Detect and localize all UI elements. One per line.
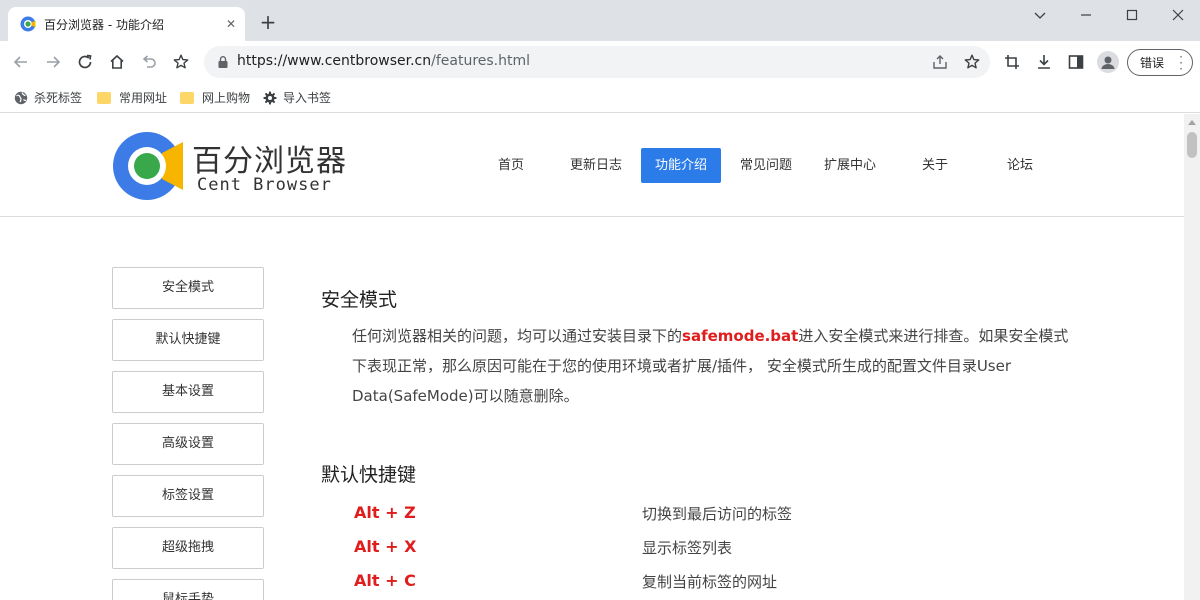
gear-icon: [263, 91, 277, 104]
maximize-icon[interactable]: [1109, 0, 1155, 30]
shortcut-description: 显示标签列表: [642, 539, 733, 557]
share-icon[interactable]: [931, 53, 949, 71]
safemode-filename: safemode.bat: [682, 327, 799, 345]
close-window-icon[interactable]: [1155, 0, 1200, 30]
bookmark-star-icon[interactable]: [169, 50, 193, 74]
more-menu-icon[interactable]: · · ·: [1179, 51, 1183, 75]
sidebar-item-advanced-settings[interactable]: 高级设置: [112, 423, 264, 465]
browser-window: 百分浏览器 - 功能介绍 ✕ + https://www.centbrowser…: [0, 0, 1200, 600]
profile-avatar-icon[interactable]: [1097, 51, 1119, 73]
folder-icon: [97, 91, 111, 104]
cent-browser-logo-icon[interactable]: [112, 131, 184, 201]
sidebar-item-basic-settings[interactable]: 基本设置: [112, 371, 264, 413]
minimize-icon[interactable]: [1063, 0, 1109, 30]
section-title-safe-mode: 安全模式: [321, 289, 398, 311]
nav-changelog[interactable]: 更新日志: [562, 148, 630, 183]
scrollbar-thumb[interactable]: [1187, 132, 1197, 158]
nav-about[interactable]: 关于: [910, 148, 960, 183]
shortcut-description: 切换到最后访问的标签: [642, 505, 793, 523]
nav-home[interactable]: 首页: [487, 148, 535, 183]
bookmark-item[interactable]: 网上购物: [180, 89, 250, 106]
shortcut-key: Alt + C: [354, 571, 416, 590]
nav-forum[interactable]: 论坛: [995, 148, 1045, 183]
tab-strip: 百分浏览器 - 功能介绍 ✕ +: [0, 0, 1200, 41]
logo-english-name: Cent Browser: [197, 175, 332, 195]
lock-icon[interactable]: [216, 55, 230, 69]
reload-icon[interactable]: [73, 50, 97, 74]
safe-mode-description: 任何浏览器相关的问题，均可以通过安装目录下的safemode.bat进入安全模式…: [352, 327, 1069, 405]
browser-toolbar: https://www.centbrowser.cn/features.html…: [0, 41, 1200, 83]
bookmark-item[interactable]: 导入书签: [263, 89, 331, 106]
page-viewport: 百分浏览器 Cent Browser 首页 更新日志 功能介绍 常见问题 扩展中…: [0, 114, 1200, 600]
download-icon[interactable]: [1032, 50, 1056, 74]
new-tab-plus-icon[interactable]: +: [258, 12, 278, 32]
site-header: 百分浏览器 Cent Browser 首页 更新日志 功能介绍 常见问题 扩展中…: [0, 114, 1184, 217]
forward-arrow-icon[interactable]: [41, 50, 65, 74]
shortcut-description: 复制当前标签的网址: [642, 573, 778, 591]
side-panel-icon[interactable]: [1064, 50, 1088, 74]
bookmark-item[interactable]: 杀死标签: [14, 89, 82, 106]
tab-title: 百分浏览器 - 功能介绍: [44, 17, 164, 32]
bookmark-item[interactable]: 常用网址: [97, 89, 167, 106]
undo-close-tab-icon[interactable]: [137, 50, 161, 74]
close-tab-icon[interactable]: ✕: [223, 16, 239, 32]
address-bar[interactable]: https://www.centbrowser.cn/features.html: [204, 46, 990, 78]
url-text[interactable]: https://www.centbrowser.cn/features.html: [237, 53, 530, 69]
chevron-down-icon[interactable]: [1017, 0, 1063, 30]
nav-faq[interactable]: 常见问题: [732, 148, 800, 183]
home-icon[interactable]: [105, 50, 129, 74]
sidebar-item-tab-settings[interactable]: 标签设置: [112, 475, 264, 517]
nav-features[interactable]: 功能介绍: [641, 148, 721, 183]
sidebar-item-shortcuts[interactable]: 默认快捷键: [112, 319, 264, 361]
nav-extensions[interactable]: 扩展中心: [816, 148, 884, 183]
profile-error-button[interactable]: 错误 · · ·: [1127, 49, 1193, 76]
folder-icon: [180, 91, 194, 104]
profile-error-label: 错误: [1140, 56, 1165, 70]
browser-tab[interactable]: 百分浏览器 - 功能介绍 ✕: [8, 7, 245, 41]
crop-screenshot-icon[interactable]: [1000, 50, 1024, 74]
logo-chinese-name: 百分浏览器: [192, 144, 347, 179]
back-arrow-icon[interactable]: [9, 50, 33, 74]
bookmarks-bar: 杀死标签 常用网址 网上购物 导入书签: [0, 83, 1200, 113]
cent-browser-favicon-icon: [20, 16, 36, 32]
sidebar-item-mouse-gestures[interactable]: 鼠标手势: [112, 579, 264, 600]
sidebar-item-super-drag[interactable]: 超级拖拽: [112, 527, 264, 569]
shortcut-key: Alt + Z: [354, 503, 416, 522]
scroll-up-arrow-icon[interactable]: [1188, 120, 1196, 125]
bookmark-page-star-icon[interactable]: [963, 53, 981, 71]
section-title-shortcuts: 默认快捷键: [321, 464, 417, 486]
globe-icon: [14, 91, 28, 104]
shortcut-key: Alt + X: [354, 537, 417, 556]
sidebar-item-safe-mode[interactable]: 安全模式: [112, 267, 264, 309]
vertical-scrollbar[interactable]: [1184, 114, 1200, 600]
